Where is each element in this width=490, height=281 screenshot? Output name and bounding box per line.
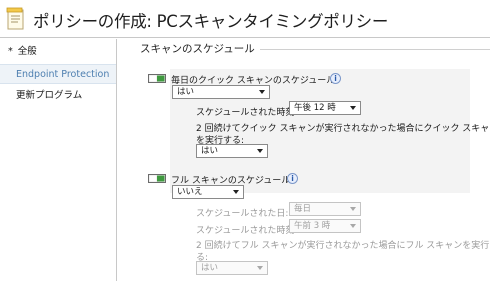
sidebar-item-label: 全般 bbox=[17, 46, 37, 57]
info-icon[interactable]: i bbox=[330, 73, 341, 84]
select-value: 午後 12 時 bbox=[294, 103, 336, 113]
sidebar-item-label: Endpoint Protection bbox=[16, 69, 110, 80]
chevron-down-icon bbox=[350, 207, 356, 211]
select-value: 午前 3 時 bbox=[294, 221, 331, 231]
chevron-down-icon bbox=[257, 266, 263, 270]
chevron-down-icon bbox=[257, 149, 263, 153]
sidebar-item-updates[interactable]: 更新プログラム bbox=[0, 86, 116, 106]
full-scan-catchup-label-line1: 2 回続けてフル スキャンが実行されなかった場合にフル スキャンを実行す bbox=[196, 241, 490, 251]
page-title: ポリシーの作成: PCスキャンタイミングポリシー bbox=[33, 12, 389, 31]
info-icon[interactable]: i bbox=[287, 173, 298, 184]
select-value: 毎日 bbox=[294, 204, 312, 214]
main-content: スキャンのスケジュール 毎日のクイック スキャンのスケジュール: i はい スケ… bbox=[118, 39, 490, 281]
section-title: スキャンのスケジュール bbox=[140, 43, 255, 55]
toggle-switch-icon[interactable] bbox=[148, 174, 166, 183]
chevron-down-icon bbox=[259, 90, 265, 94]
select-value: はい bbox=[177, 87, 195, 97]
quick-scan-time-label: スケジュールされた時刻: bbox=[196, 108, 298, 118]
select-value: はい bbox=[201, 146, 219, 156]
sidebar: * 全般 Endpoint Protection 更新プログラム bbox=[0, 39, 117, 281]
full-scan-time-label: スケジュールされた時刻: bbox=[196, 226, 298, 236]
full-scan-day-label: スケジュールされた日: bbox=[196, 209, 289, 219]
full-scan-select[interactable]: いいえ bbox=[172, 185, 244, 199]
section-divider bbox=[260, 49, 490, 50]
chevron-down-icon bbox=[350, 224, 356, 228]
full-scan-day-select[interactable]: 毎日 bbox=[289, 202, 361, 216]
quick-scan-time-select[interactable]: 午後 12 時 bbox=[289, 101, 361, 115]
required-marker: * bbox=[8, 46, 13, 57]
policy-document-icon bbox=[6, 7, 24, 30]
toggle-switch-icon[interactable] bbox=[148, 74, 166, 83]
quick-scan-catchup-select[interactable]: はい bbox=[196, 144, 268, 158]
sidebar-item-general[interactable]: * 全般 bbox=[0, 42, 116, 62]
select-value: はい bbox=[201, 263, 219, 273]
select-value: いいえ bbox=[177, 187, 203, 197]
title-bar: ポリシーの作成: PCスキャンタイミングポリシー bbox=[0, 0, 490, 38]
chevron-down-icon bbox=[233, 190, 239, 194]
full-scan-time-select[interactable]: 午前 3 時 bbox=[289, 219, 361, 233]
daily-quick-scan-select[interactable]: はい bbox=[172, 85, 270, 99]
chevron-down-icon bbox=[350, 106, 356, 110]
sidebar-item-label: 更新プログラム bbox=[16, 90, 83, 101]
full-scan-catchup-select[interactable]: はい bbox=[196, 261, 268, 275]
sidebar-item-endpoint-protection[interactable]: Endpoint Protection bbox=[0, 64, 116, 84]
